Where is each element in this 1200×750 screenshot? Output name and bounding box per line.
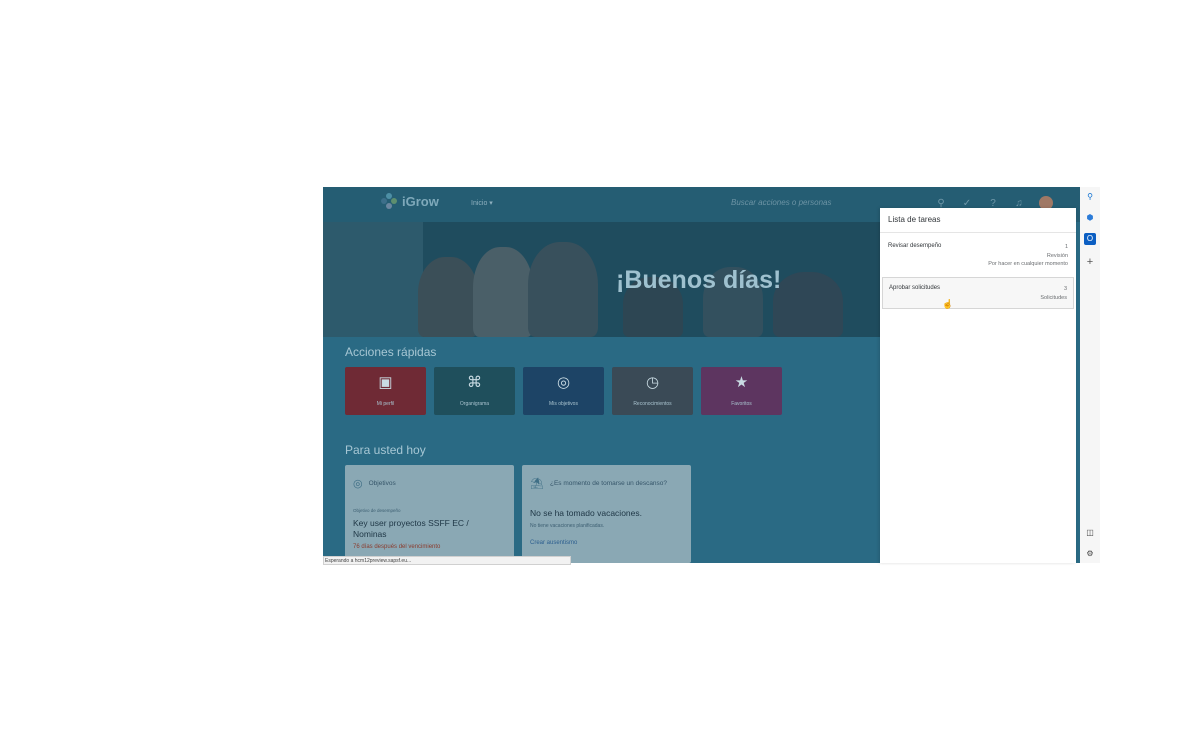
tile-my-profile[interactable]: ▣ Mi perfil — [345, 367, 426, 415]
objectives-card[interactable]: ◎ Objetivos Objetivo de desempeño Key us… — [345, 465, 514, 563]
help-icon[interactable]: ? — [987, 198, 999, 209]
tile-label: Reconocimientos — [633, 401, 672, 407]
greeting-text: ¡Buenos días! — [616, 266, 782, 294]
browser-status-bar: Esperando a hcm12preview.sapsf.eu... — [323, 556, 571, 565]
card-text: No tiene vacaciones planificadas. — [530, 523, 605, 529]
tile-label: Favoritos — [731, 401, 752, 407]
card-subtitle: Objetivo de desempeño — [353, 508, 401, 513]
bell-icon[interactable]: ♫ — [1013, 198, 1025, 209]
quick-actions-title: Acciones rápidas — [345, 345, 437, 359]
logo-mark-icon — [381, 193, 397, 209]
beach-icon: ⛱ — [530, 478, 544, 490]
card-header: ⛱ ¿Es momento de tomarse un descanso? — [530, 477, 667, 490]
task-meta: 1 Revisión Por hacer en cualquier moment… — [988, 243, 1068, 269]
company-logo[interactable]: iGrow — [381, 193, 439, 209]
today-title: Para usted hoy — [345, 443, 426, 457]
task-meta: 3 Solicitudes — [1040, 285, 1067, 302]
task-type: Solicitudes — [1040, 294, 1067, 301]
target-icon: ◎ — [556, 374, 571, 391]
org-chart-icon: ⌘ — [467, 374, 482, 391]
tile-favorites[interactable]: ★ Favoritos — [701, 367, 782, 415]
hero-person — [773, 272, 843, 337]
profile-card-icon: ▣ — [378, 374, 393, 391]
task-count: 3 — [1063, 286, 1067, 292]
card-headline: Key user proyectos SSFF EC / Nominas — [353, 518, 469, 539]
card-header: ◎ Objetivos — [353, 477, 396, 490]
card-title: ¿Es momento de tomarse un descanso? — [549, 480, 668, 487]
card-headline: No se ha tomado vacaciones. — [530, 508, 642, 518]
tile-label: Mis objetivos — [549, 401, 578, 407]
hero-person — [473, 247, 533, 337]
recognition-icon: ◷ — [645, 374, 660, 391]
tile-label: Mi perfil — [376, 401, 395, 407]
task-name: Aprobar solicitudes — [889, 285, 941, 291]
panel-title: Lista de tareas — [888, 215, 941, 224]
browser-sidebar: ⚲ ⬢ O + ◫ ⚙ — [1080, 187, 1100, 563]
task-type: Revisión — [1046, 252, 1068, 259]
tasks-icon[interactable]: ✓ — [961, 198, 973, 209]
tile-org-chart[interactable]: ⌘ Organigrama — [434, 367, 515, 415]
sidebar-toggle-icon[interactable]: ◫ — [1084, 527, 1096, 539]
target-icon: ◎ — [353, 478, 363, 490]
task-approve-requests[interactable]: Aprobar solicitudes 3 Solicitudes ☝ — [882, 277, 1074, 309]
logo-text: iGrow — [402, 193, 439, 209]
hero-banner: ¡Buenos días! — [323, 222, 880, 337]
task-review-performance[interactable]: Revisar desempeño 1 Revisión Por hacer e… — [882, 236, 1074, 268]
quick-actions: ▣ Mi perfil ⌘ Organigrama ◎ Mis objetivo… — [345, 367, 782, 415]
outlook-icon[interactable]: O — [1084, 233, 1096, 245]
tile-recognitions[interactable]: ◷ Reconocimientos — [612, 367, 693, 415]
search-icon[interactable]: ⚲ — [1084, 191, 1096, 203]
task-name: Revisar desempeño — [888, 243, 942, 249]
home-menu[interactable]: Inicio ▾ — [471, 199, 493, 207]
hero-person — [528, 242, 598, 337]
tile-my-goals[interactable]: ◎ Mis objetivos — [523, 367, 604, 415]
tile-label: Organigrama — [459, 401, 490, 407]
search-icon[interactable]: ⚲ — [935, 198, 947, 209]
hand-cursor-icon: ☝ — [942, 299, 954, 309]
gear-icon[interactable]: ⚙ — [1084, 548, 1096, 560]
divider — [880, 232, 1076, 233]
hero-window — [323, 222, 423, 337]
hero-person — [418, 257, 478, 337]
add-icon[interactable]: + — [1084, 256, 1096, 268]
task-list-panel: Lista de tareas Revisar desempeño 1 Revi… — [880, 208, 1076, 563]
create-absence-link[interactable]: Crear ausentismo — [530, 540, 577, 546]
card-title: Objetivos — [368, 480, 396, 487]
vacation-card[interactable]: ⛱ ¿Es momento de tomarse un descanso? No… — [522, 465, 691, 563]
task-due: Por hacer en cualquier momento — [988, 261, 1068, 267]
star-icon: ★ — [734, 374, 749, 391]
extension-icon[interactable]: ⬢ — [1084, 212, 1096, 224]
search-input[interactable]: Buscar acciones o personas — [731, 198, 832, 207]
task-count: 1 — [1064, 244, 1068, 250]
card-due-text: 76 días después del vencimiento — [353, 544, 441, 550]
